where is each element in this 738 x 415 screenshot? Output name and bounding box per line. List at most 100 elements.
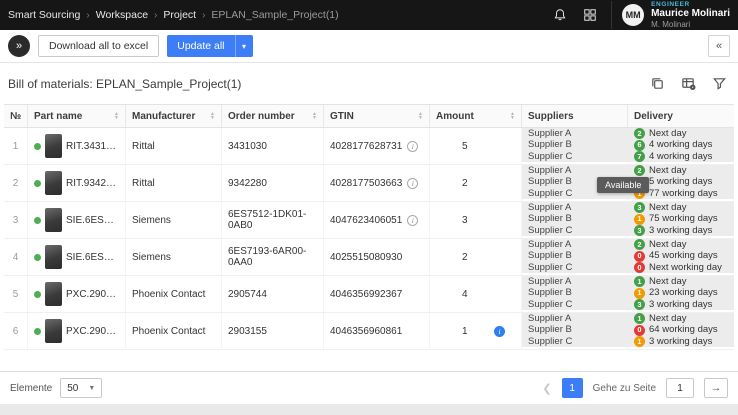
gtin-info-icon[interactable]: i [407,215,418,226]
avatar[interactable]: MM [622,4,644,26]
supplier-name: Supplier C [528,151,572,163]
breadcrumb-current: EPLAN_Sample_Project(1) [211,9,338,21]
supplier-name: Supplier B [528,324,572,336]
availability-badge: 0 [634,325,645,336]
column-header-manufacturer[interactable]: Manufacturer▲▼ [126,105,222,127]
sort-icon[interactable]: ▲▼ [114,112,119,120]
page-size-select[interactable]: 50 ▼ [60,378,102,398]
delivery-cell: 2Next day045 working days0Next working d… [628,239,734,275]
goto-page-button[interactable]: → [704,378,728,398]
sort-icon[interactable]: ▲▼ [210,112,215,120]
delivery-text: Next day [649,239,687,250]
availability-badge: 1 [634,336,645,347]
column-header-part-name[interactable]: Part name▲▼ [28,105,126,127]
manufacturer: Phoenix Contact [126,313,222,349]
supplier-name: Supplier A [528,202,571,213]
user-role: ENGINEER [651,1,730,8]
notifications-bell-icon[interactable] [551,6,569,24]
delivery-entry: 33 working days [634,225,712,237]
suppliers-cell: Supplier ASupplier BSupplier C [522,239,628,275]
breadcrumb-smart-sourcing[interactable]: Smart Sourcing [8,9,80,21]
gtin-info-icon[interactable]: i [407,141,418,152]
column-header-amount[interactable]: Amount▲▼ [430,105,522,127]
part-thumbnail [45,319,62,343]
delivery-text: Next day [649,165,687,176]
gtin-info-icon[interactable]: i [407,178,418,189]
apps-grid-icon[interactable] [581,6,599,24]
availability-badge: 3 [634,225,645,236]
delivery-entry: 0Next working day [634,262,722,274]
row-number: 1 [4,128,28,164]
status-dot [34,291,41,298]
part-name: PXC.2905744 [66,289,119,300]
table-row[interactable]: 4 SIE.6ES7193-6AR... Siemens 6ES7193-6AR… [4,239,734,276]
filter-icon[interactable] [711,75,728,92]
status-dot [34,143,41,150]
action-toolbar: » Download all to excel Update all ▾ « [0,30,738,63]
row-number: 4 [4,239,28,275]
update-all-dropdown-caret[interactable]: ▾ [235,35,253,57]
row-number: 2 [4,165,28,201]
availability-badge: 3 [634,299,645,310]
delivery-text: Next day [649,313,687,324]
delivery-entry: 2Next day [634,165,687,176]
table-row[interactable]: 1 RIT.3431030 Rittal 3431030 40281776287… [4,128,734,165]
order-number: 9342280 [222,165,324,201]
order-number: 2905744 [222,276,324,312]
amount: 2 [462,252,468,263]
gtin: 4028177503663 [330,178,402,189]
delivery-entry: 064 working days [634,324,718,336]
manufacturer: Phoenix Contact [126,276,222,312]
part-name: SIE.6ES7193-6AR... [66,252,119,263]
part-thumbnail [45,171,62,195]
sort-icon[interactable]: ▲▼ [418,112,423,120]
table-row[interactable]: 5 PXC.2905744 Phoenix Contact 2905744 40… [4,276,734,313]
table-row[interactable]: 6 PXC.2903155 Phoenix Contact 2903155 40… [4,313,734,350]
sort-icon[interactable]: ▲▼ [510,112,515,120]
delivery-entry: 3Next day [634,202,687,213]
update-all-split-button: Update all ▾ [167,35,252,57]
collapse-panel-button[interactable]: « [708,35,730,57]
gtin: 4046356992367 [330,289,402,300]
main-content: Bill of materials: EPLAN_Sample_Project(… [0,63,738,371]
manufacturer: Rittal [126,128,222,164]
table-row[interactable]: 3 SIE.6ES7512-1DK... Siemens 6ES7512-1DK… [4,202,734,239]
breadcrumb-project[interactable]: Project [163,9,196,21]
column-settings-icon[interactable] [680,75,697,92]
delivery-entry: 123 working days [634,287,718,299]
delivery-cell: 1Next day123 working days33 working days [628,276,734,312]
availability-badge: 2 [634,239,645,250]
manufacturer: Rittal [126,165,222,201]
column-header-order-number[interactable]: Order number▲▼ [222,105,324,127]
supplier-name: Supplier A [528,276,571,287]
column-header-gtin[interactable]: GTIN▲▼ [324,105,430,127]
download-excel-button[interactable]: Download all to excel [38,35,159,57]
page-1-button[interactable]: 1 [562,378,583,398]
copy-icon[interactable] [649,75,666,92]
app-window: Smart Sourcing › Workspace › Project › E… [0,0,738,415]
user-menu[interactable]: MM ENGINEER Maurice Molinari M. Molinari [611,1,730,29]
prev-page-button[interactable]: ❮ [542,382,551,395]
expand-panel-button[interactable]: » [8,35,30,57]
delivery-text: Next day [649,128,687,139]
update-all-button[interactable]: Update all [167,35,234,57]
delivery-text: 77 working days [649,188,718,200]
breadcrumb-workspace[interactable]: Workspace [96,9,148,21]
page-title: Bill of materials: EPLAN_Sample_Project(… [8,77,241,91]
column-header-number[interactable]: № [4,105,28,127]
availability-badge: 3 [634,202,645,213]
row-number: 5 [4,276,28,312]
supplier-name: Supplier C [528,262,572,274]
suppliers-cell: Supplier ASupplier BSupplier C [522,202,628,238]
column-header-delivery: Delivery [628,105,734,127]
availability-badge: 7 [634,151,645,162]
sort-icon[interactable]: ▲▼ [312,112,317,120]
goto-page-input[interactable] [666,378,694,398]
delivery-text: 75 working days [649,213,718,225]
amount-info-icon[interactable]: i [494,326,505,337]
top-bar: Smart Sourcing › Workspace › Project › E… [0,0,738,30]
availability-badge: 2 [634,128,645,139]
part-thumbnail [45,134,62,158]
part-name: SIE.6ES7512-1DK... [66,215,119,226]
gtin: 4028177628731 [330,141,402,152]
